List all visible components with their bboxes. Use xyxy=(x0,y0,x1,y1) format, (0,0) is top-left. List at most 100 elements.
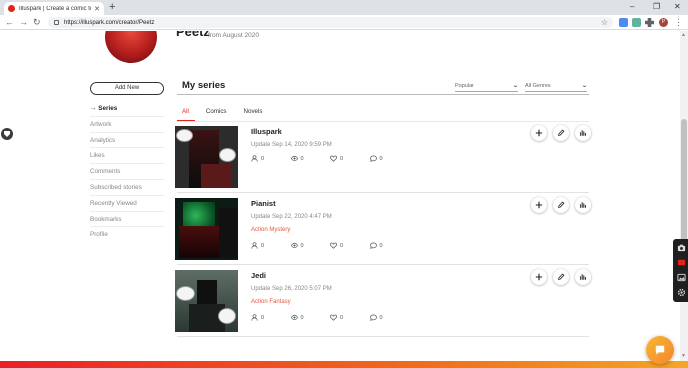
profile-avatar xyxy=(105,31,157,63)
series-analytics-button[interactable] xyxy=(575,197,591,213)
sidebar-item-subscribed-stories[interactable]: Subscribed stories xyxy=(90,180,164,196)
comments-count: 0 xyxy=(379,242,383,249)
page-scrollbar[interactable]: ▲ ▼ xyxy=(680,31,688,361)
pencil-icon xyxy=(558,129,565,136)
comment-icon xyxy=(369,242,377,249)
chat-support-button[interactable] xyxy=(646,336,674,364)
series-title[interactable]: Illuspark xyxy=(251,127,282,136)
chevron-down-icon: ⌄ xyxy=(511,83,520,89)
scroll-down-icon[interactable]: ▼ xyxy=(681,353,686,359)
likes-count: 0 xyxy=(340,314,344,321)
chevron-down-icon: ⌄ xyxy=(580,83,589,89)
followers-count: 0 xyxy=(261,314,265,321)
tab-comics[interactable]: Comics xyxy=(206,108,227,120)
sort-select-value: Popular xyxy=(455,82,474,89)
sidebar-item-series[interactable]: → Series xyxy=(90,101,164,117)
sidebar-item-profile[interactable]: Profile xyxy=(90,227,164,243)
floating-widget-icon[interactable] xyxy=(1,128,13,140)
record-icon[interactable] xyxy=(677,258,686,267)
site-favicon-icon xyxy=(8,5,15,12)
series-updated: Update Sep 22, 2020 4:47 PM xyxy=(251,214,332,220)
extensions-puzzle-icon[interactable] xyxy=(645,18,654,27)
minimize-window-icon[interactable]: – xyxy=(630,1,634,13)
series-genres: Action Fantasy xyxy=(251,299,291,305)
new-tab-icon[interactable]: + xyxy=(109,1,115,13)
add-episode-button[interactable] xyxy=(531,269,547,285)
sidebar-item-artwork[interactable]: Artwork xyxy=(90,117,164,133)
edit-series-button[interactable] xyxy=(553,125,569,141)
series-row[interactable]: Illuspark Update Sep 14, 2020 9:59 PM 0 … xyxy=(175,122,591,193)
bar-chart-icon xyxy=(580,130,586,136)
reload-icon[interactable]: ↻ xyxy=(33,16,41,28)
sort-select[interactable]: Popular ⌄ xyxy=(455,80,520,92)
close-tab-icon[interactable]: ✕ xyxy=(94,5,100,13)
heart-icon xyxy=(330,242,337,249)
series-updated: Update Sep 14, 2020 9:59 PM xyxy=(251,142,332,148)
series-title[interactable]: Pianist xyxy=(251,199,276,208)
plus-icon xyxy=(535,273,543,281)
series-row[interactable]: Jedi Update Sep 26, 2020 5:07 PM Action … xyxy=(175,266,591,337)
series-tabs: All Comics Novels xyxy=(182,108,279,120)
browser-menu-icon[interactable]: ⋮ xyxy=(674,17,683,27)
scroll-up-icon[interactable]: ▲ xyxy=(681,32,686,38)
followers-icon xyxy=(251,155,258,162)
bookmark-star-icon[interactable]: ☆ xyxy=(601,17,608,28)
series-cover-pianist[interactable] xyxy=(175,198,238,260)
chat-icon xyxy=(655,345,665,355)
back-icon[interactable]: ← xyxy=(5,16,14,28)
heart-icon xyxy=(330,155,337,162)
tab-all[interactable]: All xyxy=(182,108,189,120)
screen-recorder-toolbar xyxy=(673,239,688,302)
footer-accent-bar xyxy=(0,361,688,368)
extension-translate-icon[interactable] xyxy=(619,18,628,27)
series-cover-illuspark[interactable] xyxy=(175,126,238,188)
followers-icon xyxy=(251,314,258,321)
address-bar[interactable]: https://illuspark.com/creator/Peetz ☆ xyxy=(48,17,613,28)
views-count: 0 xyxy=(300,314,304,321)
add-episode-button[interactable] xyxy=(531,125,547,141)
sidebar-nav: → Series Artwork Analytics Likes Comments… xyxy=(90,101,164,243)
heart-icon xyxy=(330,314,337,321)
edit-series-button[interactable] xyxy=(553,269,569,285)
extension-icon[interactable] xyxy=(632,18,641,27)
genre-select-value: All Genres xyxy=(525,82,551,89)
add-new-button[interactable]: Add New xyxy=(90,82,164,95)
browser-toolbar: ← → ↻ https://illuspark.com/creator/Peet… xyxy=(0,15,688,30)
sidebar-item-analytics[interactable]: Analytics xyxy=(90,133,164,149)
comments-count: 0 xyxy=(379,155,383,162)
series-row[interactable]: Pianist Update Sep 22, 2020 4:47 PM Acti… xyxy=(175,194,591,265)
likes-count: 0 xyxy=(340,155,344,162)
maximize-window-icon[interactable]: ❐ xyxy=(653,1,660,13)
eye-icon xyxy=(290,314,298,321)
tab-novels[interactable]: Novels xyxy=(244,108,263,120)
eye-icon xyxy=(290,155,298,162)
camera-icon[interactable] xyxy=(677,243,686,252)
series-title[interactable]: Jedi xyxy=(251,271,266,280)
series-analytics-button[interactable] xyxy=(575,125,591,141)
divider xyxy=(177,94,589,95)
series-genres: Action Mystery xyxy=(251,227,291,233)
edit-series-button[interactable] xyxy=(553,197,569,213)
gallery-icon[interactable] xyxy=(677,273,686,282)
close-window-icon[interactable]: ✕ xyxy=(674,1,681,13)
scrollbar-thumb[interactable] xyxy=(681,119,687,259)
browser-tab[interactable]: Illuspark | Create a comic today ✕ xyxy=(4,2,104,15)
browser-profile-avatar[interactable]: P xyxy=(659,18,668,27)
sidebar-item-likes[interactable]: Likes xyxy=(90,148,164,165)
views-count: 0 xyxy=(300,155,304,162)
page-title: My series xyxy=(182,80,226,91)
sidebar-item-comments[interactable]: Comments xyxy=(90,164,164,180)
add-episode-button[interactable] xyxy=(531,197,547,213)
views-count: 0 xyxy=(300,242,304,249)
sidebar-item-recently-viewed[interactable]: Recently Viewed xyxy=(90,196,164,212)
forward-icon[interactable]: → xyxy=(19,16,28,28)
series-analytics-button[interactable] xyxy=(575,269,591,285)
address-url: https://illuspark.com/creator/Peetz xyxy=(64,19,155,26)
pencil-icon xyxy=(558,273,565,280)
genre-select[interactable]: All Genres ⌄ xyxy=(525,80,589,92)
sidebar-item-bookmarks[interactable]: Bookmarks xyxy=(90,212,164,228)
browser-tab-bar: Illuspark | Create a comic today ✕ + – ❐… xyxy=(0,0,688,15)
series-cover-jedi[interactable] xyxy=(175,270,238,332)
comment-icon xyxy=(369,155,377,162)
settings-icon[interactable] xyxy=(677,288,686,297)
